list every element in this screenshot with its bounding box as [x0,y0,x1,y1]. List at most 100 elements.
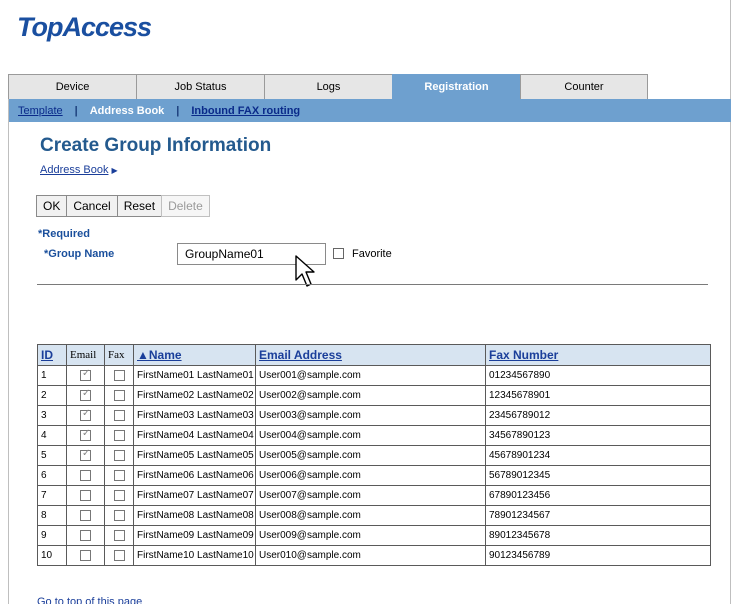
email-checkbox[interactable] [80,549,91,561]
row-email-address: User001@sample.com [255,365,486,386]
email-checkbox[interactable] [80,509,91,521]
column-header-email: Email [66,344,105,366]
table-row: 10 FirstName10 LastName10 User010@sample.c… [37,545,711,566]
column-header-fax-number[interactable]: Fax Number [485,344,711,366]
email-checkbox[interactable] [80,489,91,501]
fax-checkbox-cell [104,425,134,446]
fax-checkbox-cell [104,405,134,426]
left-border [8,99,9,604]
row-email-address: User005@sample.com [255,445,486,466]
email-checkbox-cell [66,465,105,486]
table-row: 8 FirstName08 LastName08 User008@sample.co… [37,505,711,526]
fax-checkbox[interactable] [113,549,125,561]
email-checkbox-cell [66,385,105,406]
table-row: 4 FirstName04 LastName04User004@sample.co… [37,425,711,446]
row-id: 6 [37,465,67,486]
fax-checkbox[interactable] [113,489,125,501]
fax-checkbox-cell [104,505,134,526]
email-checkbox-cell [66,445,105,466]
sub-navigation: Template | Address Book | Inbound FAX ro… [8,99,731,122]
fax-checkbox[interactable] [113,509,125,521]
row-name: FirstName03 LastName03 [133,405,256,426]
table-header-row: ID Email Fax ▲Name Email Address Fax Num… [37,344,711,366]
cancel-button[interactable]: Cancel [66,195,118,217]
group-name-label: *Group Name [44,248,115,260]
row-id: 2 [37,385,67,406]
tab-counter[interactable]: Counter [520,74,648,99]
main-tabs: Device Job Status Logs Registration Coun… [8,74,648,99]
fax-checkbox[interactable] [113,369,125,381]
row-id: 8 [37,505,67,526]
fax-checkbox[interactable] [113,429,125,441]
breadcrumb-address-book-link[interactable]: Address Book [40,164,108,176]
favorite-checkbox[interactable] [333,248,344,259]
subnav-address-book[interactable]: Address Book [90,105,165,117]
tab-job-status[interactable]: Job Status [136,74,264,99]
delete-button: Delete [161,195,210,217]
action-buttons: OK Cancel Reset Delete [36,195,210,217]
email-checkbox[interactable] [80,408,91,421]
email-checkbox-cell [66,485,105,506]
section-divider [37,284,708,285]
fax-checkbox[interactable] [113,449,125,461]
reset-button[interactable]: Reset [116,195,163,217]
row-id: 10 [37,545,67,566]
fax-checkbox[interactable] [113,529,125,541]
row-id: 3 [37,405,67,426]
table-row: 3 FirstName03 LastName03User003@sample.co… [37,405,711,426]
email-checkbox[interactable] [80,428,91,441]
favorite-label: Favorite [352,248,392,260]
row-name: FirstName08 LastName08 [133,505,256,526]
go-to-top-link[interactable]: Go to top of this page [37,596,142,604]
fax-checkbox[interactable] [113,389,125,401]
row-email-address: User006@sample.com [255,465,486,486]
row-id: 5 [37,445,67,466]
ok-button[interactable]: OK [36,195,68,217]
row-fax-number: 23456789012 [485,405,711,426]
required-note: *Required [38,228,90,240]
row-fax-number: 56789012345 [485,465,711,486]
row-name: FirstName07 LastName07 [133,485,256,506]
fax-checkbox[interactable] [113,469,125,481]
fax-checkbox[interactable] [113,409,125,421]
tab-device[interactable]: Device [8,74,136,99]
column-header-id[interactable]: ID [37,344,67,366]
row-fax-number: 78901234567 [485,505,711,526]
row-email-address: User003@sample.com [255,405,486,426]
column-header-name[interactable]: ▲Name [133,344,256,366]
row-email-address: User002@sample.com [255,385,486,406]
row-fax-number: 12345678901 [485,385,711,406]
subnav-inbound-fax-routing-link[interactable]: Inbound FAX routing [191,105,300,117]
email-checkbox-cell [66,405,105,426]
subnav-template-link[interactable]: Template [18,105,63,117]
email-checkbox[interactable] [80,368,91,381]
email-checkbox[interactable] [80,529,91,541]
email-checkbox[interactable] [80,388,91,401]
breadcrumb: Address Book ▶ [40,164,118,176]
email-checkbox[interactable] [80,469,91,481]
subnav-separator: | [74,104,78,117]
row-name: FirstName06 LastName06 [133,465,256,486]
row-fax-number: 67890123456 [485,485,711,506]
tab-logs[interactable]: Logs [264,74,392,99]
row-fax-number: 01234567890 [485,365,711,386]
email-checkbox-cell [66,505,105,526]
row-name: FirstName02 LastName02 [133,385,256,406]
tab-registration[interactable]: Registration [392,74,520,99]
column-header-email-address[interactable]: Email Address [255,344,486,366]
row-fax-number: 90123456789 [485,545,711,566]
row-id: 7 [37,485,67,506]
subnav-separator: | [176,104,180,117]
email-checkbox-cell [66,425,105,446]
topaccess-logo: TopAccess [17,12,152,42]
column-header-fax: Fax [104,344,134,366]
fax-checkbox-cell [104,365,134,386]
email-checkbox-cell [66,365,105,386]
row-name: FirstName04 LastName04 [133,425,256,446]
email-checkbox-cell [66,525,105,546]
email-checkbox-cell [66,545,105,566]
email-checkbox[interactable] [80,448,91,461]
table-row: 9 FirstName09 LastName09 User009@sample.co… [37,525,711,546]
fax-checkbox-cell [104,465,134,486]
fax-checkbox-cell [104,525,134,546]
